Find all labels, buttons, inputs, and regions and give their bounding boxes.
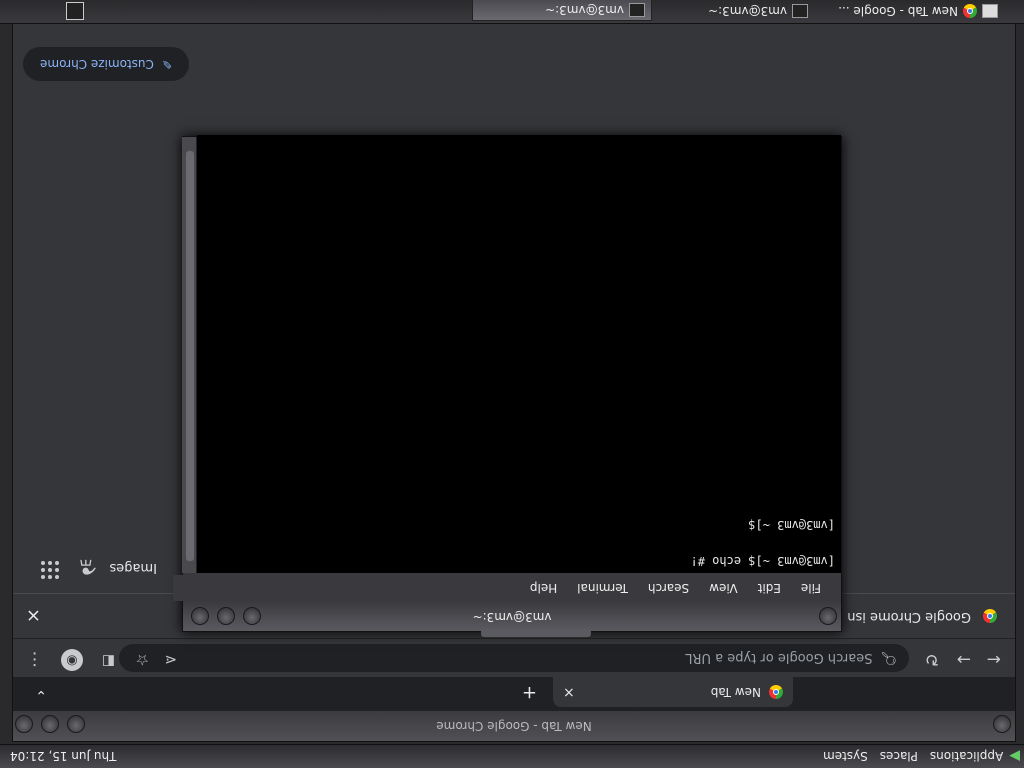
terminal-output[interactable]: [vm3@vm3 ~]$ echo #! [vm3@vm3 ~]$ (197, 135, 841, 573)
taskbar-label: vm3@vm3:~ (545, 3, 624, 17)
taskbar-app-icon (982, 4, 998, 18)
terminal-menu-file[interactable]: File (791, 581, 831, 595)
chrome-icon (963, 4, 977, 18)
profile-avatar-icon[interactable]: ◉ (61, 649, 83, 671)
terminal-close-button[interactable] (191, 607, 209, 625)
terminal-window: vm3@vm3:~ File Edit View Search Terminal… (173, 135, 842, 637)
tab-close-icon[interactable]: × (563, 684, 575, 700)
terminal-scrollbar[interactable] (182, 137, 197, 573)
taskbar-label: New Tab - Google ... (838, 4, 958, 18)
terminal-line: [vm3@vm3 ~]$ echo #! (690, 554, 836, 568)
infobar-close-icon[interactable]: × (26, 605, 41, 626)
menu-applications[interactable]: Applications (924, 750, 1009, 764)
tab-new-tab[interactable]: New Tab × (553, 677, 793, 707)
menu-system[interactable]: System (817, 750, 874, 764)
terminal-title: vm3@vm3:~ (472, 610, 552, 624)
terminal-menu-view[interactable]: View (699, 581, 747, 595)
menu-places[interactable]: Places (874, 750, 924, 764)
taskbar-item-terminal-active[interactable]: vm3@vm3:~ (472, 0, 652, 21)
terminal-menubar: File Edit View Search Terminal Help (173, 575, 841, 601)
labs-flask-icon[interactable]: ⚗ (79, 555, 97, 579)
maximize-button[interactable] (41, 715, 59, 733)
bottom-taskbar: New Tab - Google ... vm3@vm3:~ vm3@vm3:~ (0, 0, 1024, 24)
terminal-minimize-button[interactable] (243, 607, 261, 625)
terminal-maximize-button[interactable] (217, 607, 235, 625)
pencil-icon: ✎ (161, 57, 172, 71)
terminal-menu-edit[interactable]: Edit (748, 581, 791, 595)
back-arrow-icon[interactable]: ← (987, 649, 1001, 669)
omnibox[interactable]: 🔍︎ Search Google or type a URL (119, 644, 909, 672)
terminal-scrollbar-thumb[interactable] (186, 151, 194, 561)
terminal-icon (629, 3, 645, 17)
menu-kebab-icon[interactable]: ⋮ (26, 649, 43, 669)
close-button[interactable] (15, 715, 33, 733)
search-icon: 🔍︎ (880, 650, 897, 666)
forward-arrow-icon[interactable]: → (957, 649, 971, 669)
show-desktop-icon[interactable] (66, 2, 84, 20)
tab-title: New Tab (710, 685, 761, 699)
omnibox-placeholder: Search Google or type a URL (685, 650, 873, 666)
terminal-titlebar[interactable]: vm3@vm3:~ (183, 601, 841, 631)
top-panel: ▶ Applications Places System Thu Jun 15,… (0, 744, 1024, 768)
share-icon[interactable]: ⋖ (164, 651, 177, 669)
images-link[interactable]: Images (110, 560, 158, 575)
terminal-line: [vm3@vm3 ~]$ (741, 518, 835, 532)
chrome-titlebar[interactable]: New Tab - Google Chrome (13, 711, 1015, 741)
new-tab-button[interactable]: + (522, 682, 537, 703)
taskbar-item-terminal[interactable]: vm3@vm3:~ (702, 1, 814, 21)
infobar-message: Google Chrome isn (847, 609, 971, 624)
terminal-menu-help[interactable]: Help (520, 581, 567, 595)
tab-strip: New Tab × + ⌄ (13, 677, 1015, 711)
bookmark-star-icon[interactable]: ☆ (136, 651, 149, 669)
chrome-window-title: New Tab - Google Chrome (436, 719, 592, 733)
terminal-resize-grip[interactable] (481, 631, 591, 637)
chrome-toolbar: ← → ↻ 🔍︎ Search Google or type a URL ⋖ ☆… (13, 639, 1015, 677)
tab-favicon-icon (769, 685, 783, 699)
customize-chrome-button[interactable]: ✎ Customize Chrome (23, 47, 189, 81)
terminal-menu-terminal[interactable]: Terminal (567, 581, 638, 595)
chrome-logo-icon (983, 609, 997, 623)
panel-clock[interactable]: Thu Jun 15, 21:04 (0, 750, 126, 764)
tab-search-chevron-icon[interactable]: ⌄ (35, 687, 47, 703)
taskbar-item-chrome[interactable]: New Tab - Google ... (832, 1, 1004, 21)
apps-grid-icon[interactable] (41, 561, 59, 579)
reload-icon[interactable]: ↻ (925, 649, 939, 669)
terminal-menu-search[interactable]: Search (638, 581, 699, 595)
minimize-button[interactable] (67, 715, 85, 733)
gnome-foot-icon[interactable]: ▶ (1009, 749, 1020, 765)
side-panel-icon[interactable]: ◧ (102, 653, 115, 669)
customize-chrome-label: Customize Chrome (40, 57, 154, 71)
taskbar-label: vm3@vm3:~ (708, 4, 787, 18)
desktop-screen: ▶ Applications Places System Thu Jun 15,… (0, 0, 1024, 768)
terminal-icon (792, 4, 808, 18)
